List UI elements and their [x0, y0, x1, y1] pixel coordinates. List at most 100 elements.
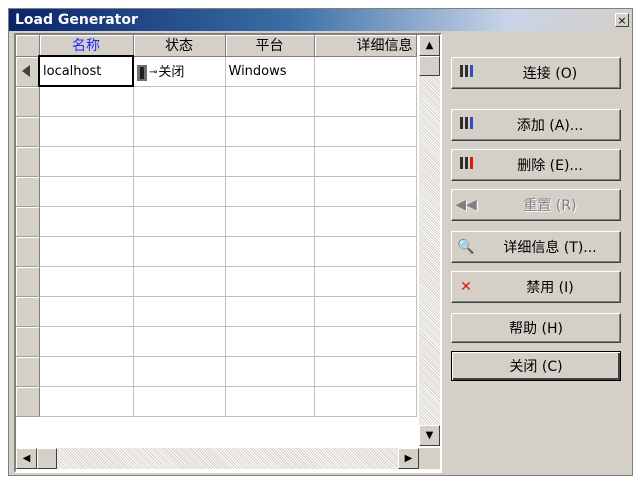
- scroll-up-icon[interactable]: ▲: [419, 35, 440, 56]
- cell-name[interactable]: [39, 236, 134, 267]
- status-text: 关闭: [158, 65, 185, 81]
- help-button[interactable]: 帮助 (H): [451, 313, 621, 343]
- vertical-scroll-track[interactable]: [419, 56, 440, 425]
- row-selector[interactable]: [16, 86, 40, 117]
- cell-name[interactable]: [39, 266, 134, 297]
- close-button[interactable]: 关闭 (C): [451, 351, 621, 381]
- vertical-scrollbar[interactable]: ▲ ▼: [419, 35, 440, 446]
- cell-platform[interactable]: [225, 206, 315, 237]
- window-title: Load Generator: [15, 12, 138, 28]
- table-row[interactable]: [16, 146, 417, 177]
- cell-status[interactable]: [133, 356, 226, 387]
- cell-name[interactable]: [39, 386, 134, 417]
- cell-details[interactable]: [314, 386, 417, 417]
- row-selector[interactable]: [16, 326, 40, 357]
- cell-status[interactable]: ⊸关闭: [133, 56, 226, 87]
- cell-status[interactable]: [133, 176, 226, 207]
- scroll-left-icon[interactable]: ◀: [16, 448, 37, 469]
- cell-status[interactable]: [133, 296, 226, 327]
- row-selector[interactable]: [16, 296, 40, 327]
- scroll-right-icon[interactable]: ▶: [398, 448, 419, 469]
- horizontal-scroll-thumb[interactable]: [37, 448, 57, 469]
- table-row[interactable]: [16, 206, 417, 237]
- cell-name[interactable]: [39, 116, 134, 147]
- table-row[interactable]: [16, 386, 417, 417]
- cell-details[interactable]: [314, 56, 417, 87]
- add-button[interactable]: 添加 (A)...: [451, 109, 621, 141]
- row-selector[interactable]: [16, 266, 40, 297]
- cell-status[interactable]: [133, 236, 226, 267]
- horizontal-scroll-track[interactable]: [37, 448, 398, 469]
- cell-name[interactable]: [39, 86, 134, 117]
- cell-platform[interactable]: [225, 236, 315, 267]
- column-header-status[interactable]: 状态: [133, 35, 226, 57]
- cell-name[interactable]: [39, 146, 134, 177]
- table-row[interactable]: [16, 176, 417, 207]
- table-row[interactable]: [16, 236, 417, 267]
- row-selector[interactable]: [16, 116, 40, 147]
- disable-button[interactable]: ✕ 禁用 (I): [451, 271, 621, 303]
- column-header-details[interactable]: 详细信息: [314, 35, 417, 57]
- cell-details[interactable]: [314, 146, 417, 177]
- reset-button[interactable]: ◀◀ 重置 (R): [451, 189, 621, 221]
- cell-details[interactable]: [314, 296, 417, 327]
- cell-name[interactable]: localhost: [38, 55, 134, 87]
- cell-details[interactable]: [314, 236, 417, 267]
- cell-platform[interactable]: [225, 116, 315, 147]
- row-selector[interactable]: [16, 386, 40, 417]
- cell-details[interactable]: [314, 356, 417, 387]
- delete-button[interactable]: 删除 (E)...: [451, 149, 621, 181]
- cell-platform[interactable]: [225, 326, 315, 357]
- red-x-icon: ✕: [460, 279, 472, 295]
- column-header-platform[interactable]: 平台: [225, 35, 315, 57]
- row-selector[interactable]: [16, 356, 40, 387]
- cell-platform[interactable]: [225, 296, 315, 327]
- row-selector[interactable]: [16, 56, 40, 87]
- table-row[interactable]: [16, 116, 417, 147]
- cell-status[interactable]: [133, 326, 226, 357]
- table-row[interactable]: [16, 326, 417, 357]
- cell-platform[interactable]: [225, 266, 315, 297]
- table-row[interactable]: [16, 86, 417, 117]
- table-row[interactable]: localhost ⊸关闭 Windows: [16, 55, 417, 87]
- details-button[interactable]: 🔍 详细信息 (T)...: [451, 231, 621, 263]
- cell-details[interactable]: [314, 266, 417, 297]
- table-row[interactable]: [16, 356, 417, 387]
- row-selector[interactable]: [16, 236, 40, 267]
- column-header-name[interactable]: 名称: [39, 35, 134, 57]
- cell-platform[interactable]: [225, 386, 315, 417]
- cell-status[interactable]: [133, 146, 226, 177]
- cell-details[interactable]: [314, 206, 417, 237]
- cell-status[interactable]: [133, 86, 226, 117]
- cell-details[interactable]: [314, 176, 417, 207]
- cell-name[interactable]: [39, 296, 134, 327]
- row-selector[interactable]: [16, 206, 40, 237]
- cell-name[interactable]: [39, 356, 134, 387]
- cell-platform[interactable]: Windows: [225, 56, 315, 87]
- cell-name[interactable]: [39, 206, 134, 237]
- cell-platform[interactable]: [225, 176, 315, 207]
- horizontal-scrollbar[interactable]: ◀ ▶: [16, 448, 419, 469]
- row-selector[interactable]: [16, 146, 40, 177]
- cell-status[interactable]: [133, 386, 226, 417]
- cell-details[interactable]: [314, 86, 417, 117]
- table-row[interactable]: [16, 266, 417, 297]
- cell-status[interactable]: [133, 116, 226, 147]
- row-pointer-icon: [22, 65, 30, 77]
- table-row[interactable]: [16, 296, 417, 327]
- cell-details[interactable]: [314, 116, 417, 147]
- cell-status[interactable]: [133, 266, 226, 297]
- cell-status[interactable]: [133, 206, 226, 237]
- vertical-scroll-thumb[interactable]: [419, 56, 440, 76]
- cell-platform[interactable]: [225, 146, 315, 177]
- row-selector[interactable]: [16, 176, 40, 207]
- cell-platform[interactable]: [225, 86, 315, 117]
- cell-name[interactable]: [39, 176, 134, 207]
- cell-name[interactable]: [39, 326, 134, 357]
- scroll-down-icon[interactable]: ▼: [419, 425, 440, 446]
- title-bar[interactable]: Load Generator ×: [9, 9, 632, 31]
- cell-details[interactable]: [314, 326, 417, 357]
- close-icon[interactable]: ×: [615, 13, 629, 27]
- connect-button[interactable]: 连接 (O): [451, 57, 621, 89]
- cell-platform[interactable]: [225, 356, 315, 387]
